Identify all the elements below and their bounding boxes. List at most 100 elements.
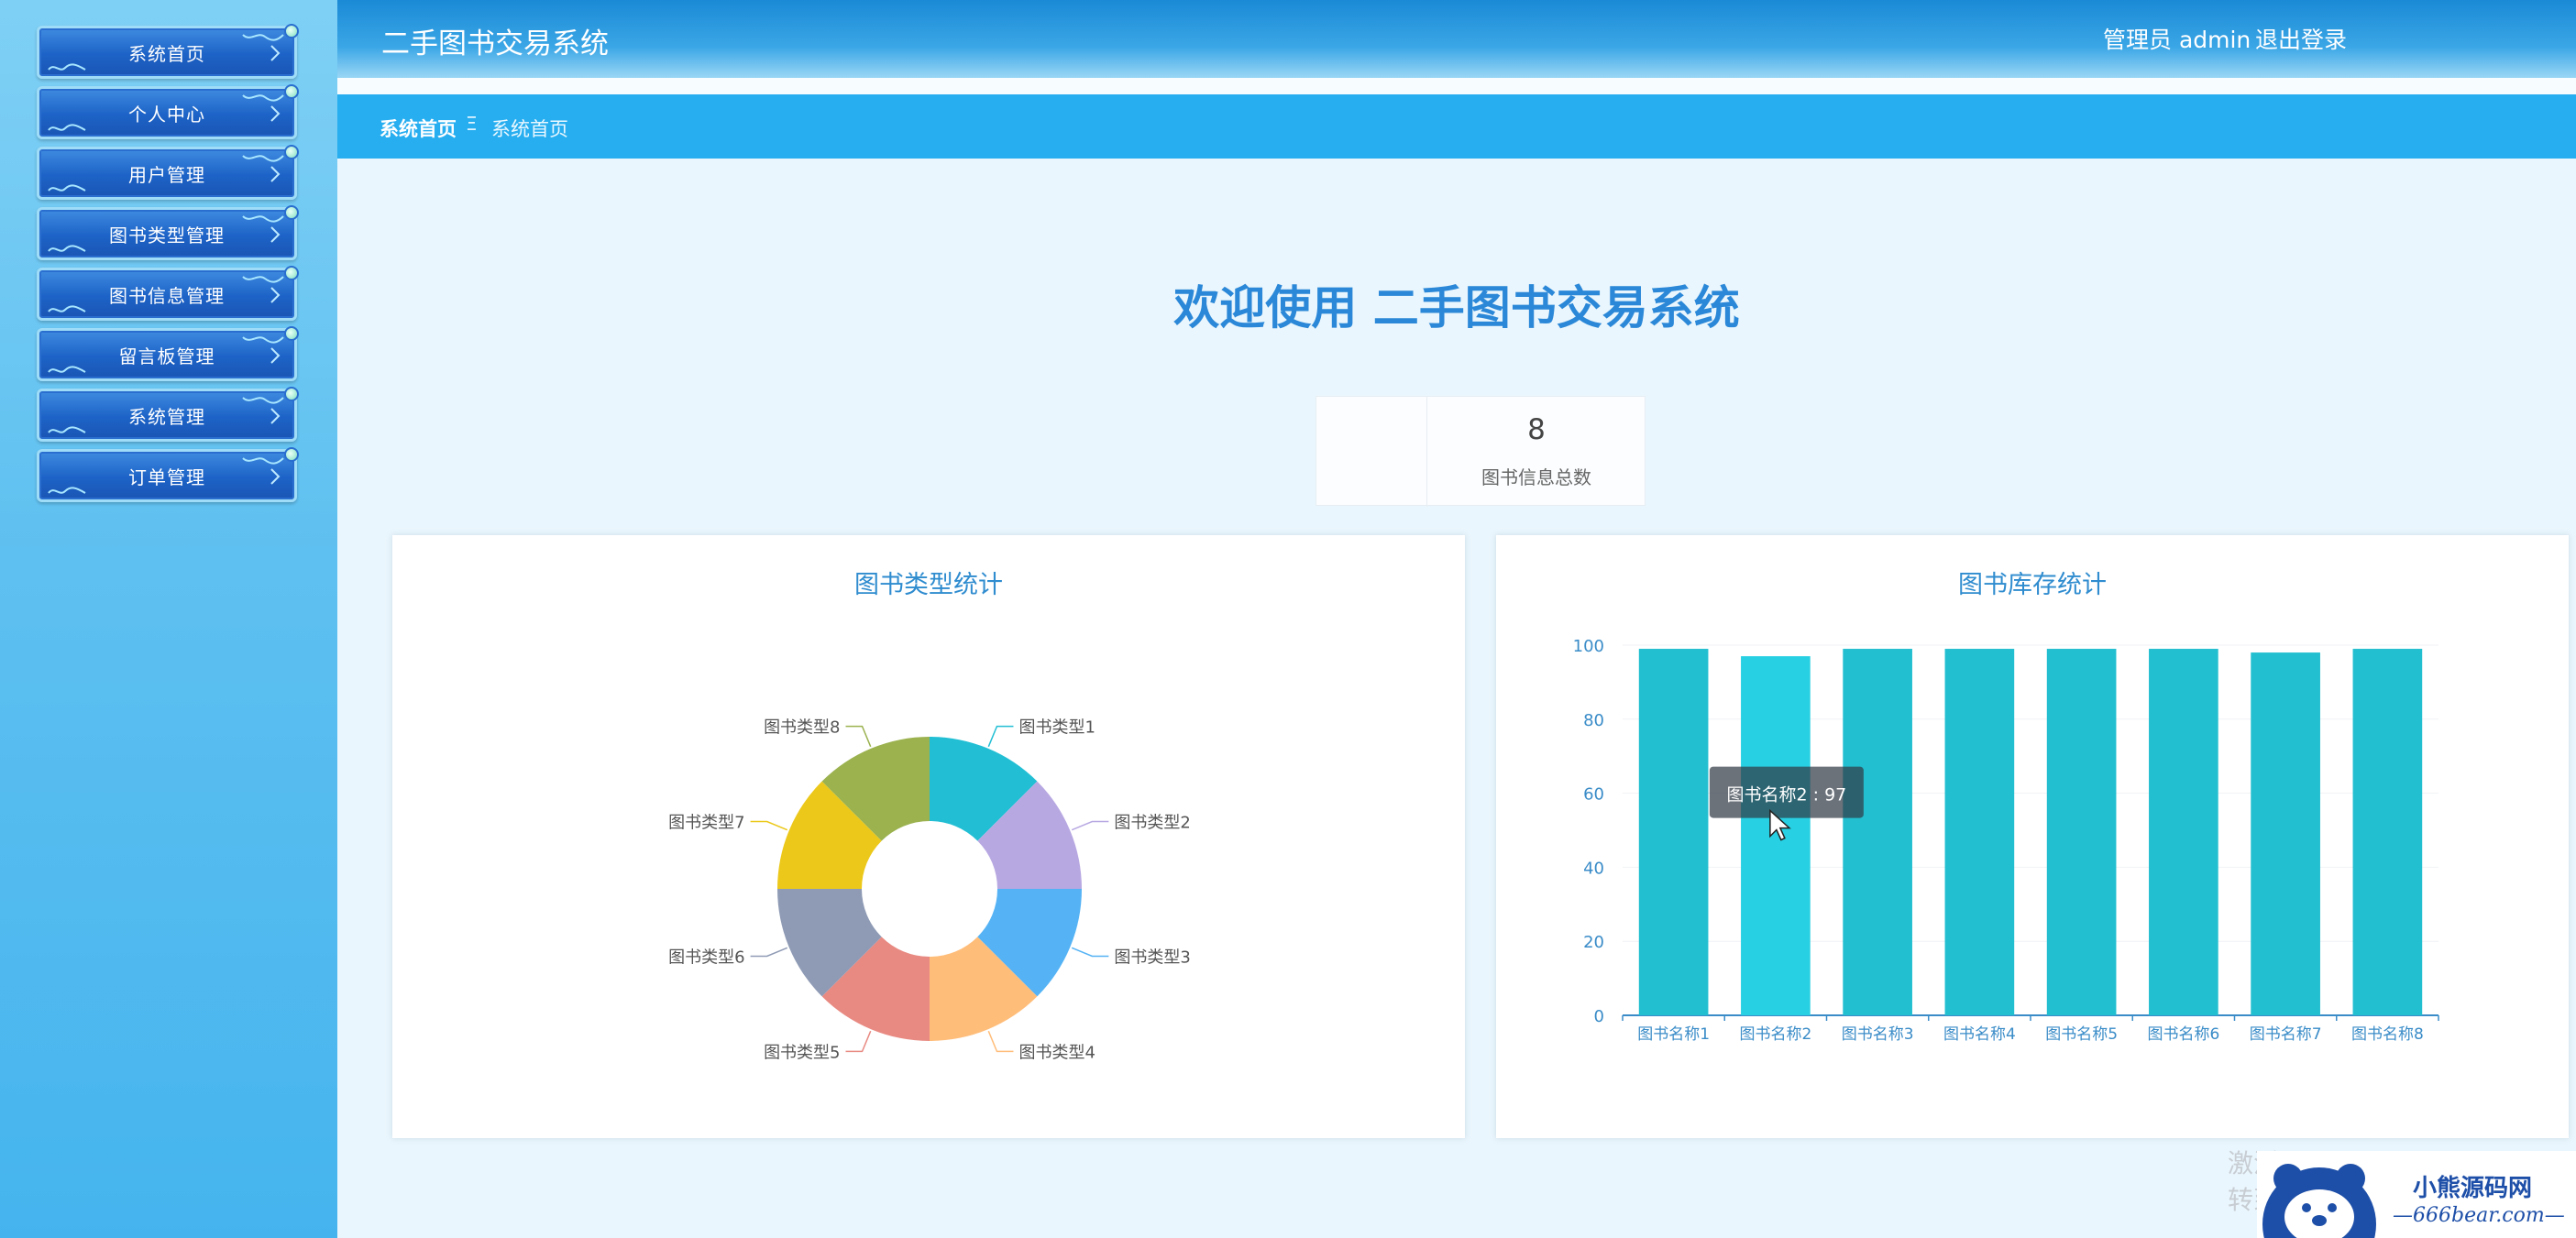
y-tick-label: 0 (1594, 1007, 1604, 1026)
chevron-right-icon (270, 408, 281, 424)
sidebar-item-orders[interactable]: 订单管理 (37, 447, 299, 502)
x-tick-label: 图书名称2 (1739, 1025, 1811, 1044)
chevron-right-icon (270, 105, 281, 122)
x-tick-label: 图书名称7 (2250, 1025, 2322, 1044)
breadcrumb-home[interactable]: 系统首页 (380, 115, 457, 142)
scroll-ornament-icon (48, 305, 86, 312)
scroll-ornament-icon (48, 63, 86, 71)
tooltip-text: 图书名称2 : 97 (1727, 785, 1847, 805)
pie-label: 图书类型6 (668, 948, 744, 967)
bar[interactable] (2251, 652, 2320, 1015)
y-tick-label: 80 (1583, 711, 1604, 730)
admin-user-label: 管理员 admin (2103, 27, 2251, 53)
orb-icon (284, 447, 299, 462)
welcome-heading: 欢迎使用 二手图书交易系统 (1173, 281, 1740, 334)
sidebar: 系统首页 个人中心 用户管理 图书类型管理 图书信息管理 留言板管理 系统管理 … (0, 0, 337, 1238)
pie-leader-line (845, 725, 872, 748)
chevron-right-icon (270, 287, 281, 303)
sidebar-item-book-types[interactable]: 图书类型管理 (37, 205, 299, 260)
header-divider (337, 78, 2576, 94)
sidebar-item-label: 图书信息管理 (109, 284, 225, 307)
scroll-ornament-icon (242, 397, 284, 404)
sidebar-item-label: 系统管理 (128, 405, 205, 428)
pie-leader-line (750, 820, 788, 831)
x-tick-label: 图书名称3 (1842, 1025, 1914, 1044)
bar[interactable] (2352, 649, 2423, 1015)
sidebar-item-book-info[interactable]: 图书信息管理 (37, 266, 299, 321)
sidebar-item-label: 图书类型管理 (109, 224, 225, 247)
sidebar-item-system[interactable]: 系统管理 (37, 387, 299, 442)
sidebar-item-messages[interactable]: 留言板管理 (37, 326, 299, 381)
x-tick-label: 图书名称4 (1943, 1025, 2016, 1044)
x-tick-label: 图书名称8 (2351, 1025, 2424, 1044)
scroll-ornament-icon (48, 366, 86, 373)
scroll-ornament-icon (242, 336, 284, 344)
sidebar-item-home[interactable]: 系统首页 (37, 24, 299, 79)
y-tick-label: 100 (1573, 637, 1604, 656)
pie-label: 图书类型7 (668, 814, 744, 833)
x-tick-label: 图书名称1 (1637, 1025, 1710, 1044)
chevron-right-icon (270, 347, 281, 364)
book-type-chart-panel: 图书类型统计 图书类型1 图书类型2 图书类型3 图书类型4 图书类型5 图书类型6 图书类… (392, 535, 1465, 1138)
scroll-ornament-icon (242, 155, 284, 162)
chevron-right-icon (270, 468, 281, 485)
pie-label: 图书类型3 (1114, 948, 1190, 967)
sidebar-item-profile[interactable]: 个人中心 (37, 84, 299, 139)
x-tick-label: 图书名称6 (2147, 1025, 2219, 1044)
stat-card: 8 图书信息总数 (1316, 396, 1646, 507)
pie-leader-line (750, 947, 788, 958)
x-tick-label: 图书名称5 (2045, 1025, 2118, 1044)
orb-icon (284, 145, 299, 159)
orb-icon (284, 387, 299, 401)
scroll-ornament-icon (48, 184, 86, 192)
stat-label: 图书信息总数 (1481, 466, 1591, 488)
breadcrumb-separator: Ξ (466, 113, 478, 135)
scroll-ornament-icon (48, 426, 86, 433)
bar[interactable] (1843, 649, 1912, 1015)
chevron-right-icon (270, 226, 281, 243)
brand-name: 小熊源码网 (2413, 1175, 2533, 1202)
pie-leader-line (987, 725, 1014, 748)
bar[interactable] (1944, 649, 2015, 1015)
bar[interactable] (1741, 656, 1811, 1015)
pie-label: 图书类型4 (1018, 1043, 1095, 1062)
site-logo: 小熊源码网 —666bear.com— (2257, 1151, 2576, 1238)
sidebar-item-label: 订单管理 (128, 466, 205, 488)
orb-icon (284, 84, 299, 99)
bar[interactable] (1638, 649, 1709, 1015)
logout-link[interactable]: 退出登录 (2255, 22, 2347, 55)
chevron-right-icon (270, 45, 281, 61)
sidebar-item-label: 系统首页 (128, 42, 205, 65)
orb-icon (284, 205, 299, 220)
pie-label: 图书类型5 (764, 1043, 840, 1062)
y-tick-label: 20 (1583, 933, 1604, 952)
pie-leader-line (987, 1030, 1014, 1053)
scroll-ornament-icon (242, 457, 284, 465)
scroll-ornament-icon (242, 94, 284, 102)
orb-icon (284, 24, 299, 38)
pie-leader-line (845, 1030, 872, 1053)
bar[interactable] (2046, 649, 2117, 1015)
scroll-ornament-icon (242, 276, 284, 283)
app-title: 二手图书交易系统 (381, 27, 609, 60)
pie-leader-line (1071, 820, 1109, 831)
pie-label: 图书类型8 (764, 718, 840, 738)
sidebar-item-label: 用户管理 (128, 163, 205, 186)
brand-site: —666bear.com— (2393, 1204, 2565, 1227)
pie-label: 图书类型2 (1114, 814, 1190, 833)
orb-icon (284, 326, 299, 341)
orb-icon (284, 266, 299, 280)
book-stock-chart-panel: 图书库存统计 0 20 40 60 80 100 图书名称1 图书名称2 图书名称3 图书名称4 图… (1496, 535, 2569, 1138)
scroll-ornament-icon (48, 245, 86, 252)
pie-label: 图书类型1 (1018, 718, 1095, 738)
pie-leader-line (1071, 947, 1109, 958)
scroll-ornament-icon (242, 34, 284, 41)
stat-value: 8 (1527, 413, 1546, 446)
y-tick-label: 60 (1583, 785, 1604, 805)
scroll-ornament-icon (48, 487, 86, 494)
sidebar-item-label: 个人中心 (128, 103, 205, 126)
sidebar-item-users[interactable]: 用户管理 (37, 145, 299, 200)
sidebar-item-label: 留言板管理 (118, 345, 215, 367)
bar[interactable] (2149, 649, 2218, 1015)
top-header: 二手图书交易系统 管理员 admin 退出登录 (337, 0, 2576, 94)
